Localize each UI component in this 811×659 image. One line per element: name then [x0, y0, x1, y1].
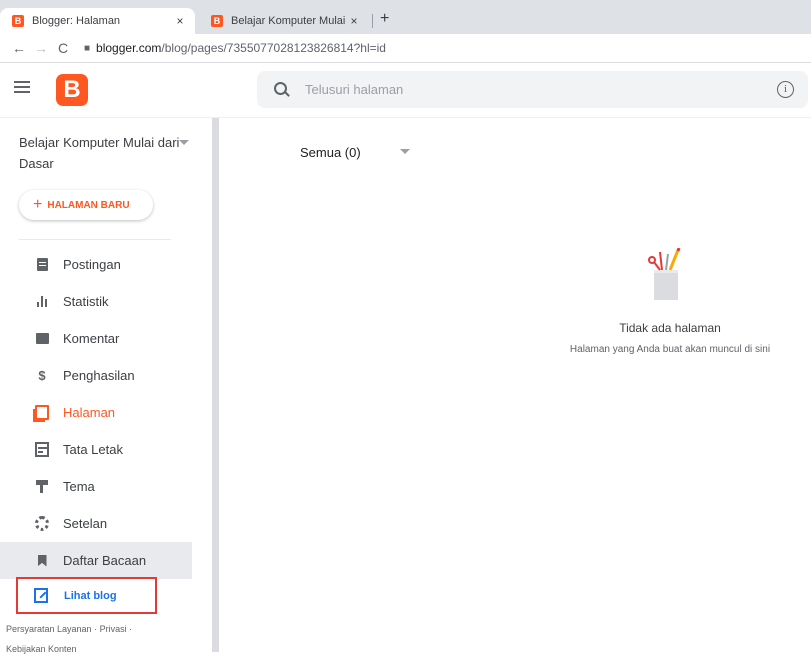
- app-header: B i: [0, 63, 811, 118]
- separator: ·: [129, 624, 133, 634]
- tab-separator: [372, 14, 373, 28]
- sidebar-item-label: Statistik: [63, 294, 109, 309]
- sidebar-item-label: Halaman: [63, 405, 116, 420]
- sidebar-item-komentar[interactable]: Komentar: [0, 320, 192, 357]
- privacy-link[interactable]: Privasi: [100, 624, 127, 634]
- terms-link[interactable]: Persyaratan Layanan: [6, 624, 92, 634]
- filter-dropdown[interactable]: Semua (0): [300, 145, 361, 160]
- sidebar-item-tema[interactable]: Tema: [0, 468, 192, 505]
- empty-state-title: Tidak ada halaman: [619, 321, 721, 335]
- sidebar: Belajar Komputer Mulai dari Dasar + HALA…: [0, 118, 212, 654]
- sidebar-item-halaman[interactable]: Halaman: [0, 394, 192, 431]
- blogger-favicon-icon: B: [211, 15, 223, 27]
- view-blog-link[interactable]: Lihat blog: [16, 577, 157, 614]
- blogger-logo[interactable]: B: [56, 74, 88, 106]
- reload-icon[interactable]: C: [52, 40, 74, 56]
- tab-title: Blogger: Halaman: [32, 15, 121, 27]
- comment-icon: [35, 332, 49, 346]
- document-icon: [35, 258, 49, 272]
- footer-links: Persyaratan Layanan · Privasi · Kebijaka…: [6, 619, 196, 659]
- sidebar-item-daftar-bacaan[interactable]: Daftar Bacaan: [0, 542, 192, 579]
- sidebar-item-setelan[interactable]: Setelan: [0, 505, 192, 542]
- sidebar-item-penghasilan[interactable]: $ Penghasilan: [0, 357, 192, 394]
- bookmark-icon: [35, 554, 49, 568]
- sidebar-item-label: Tema: [63, 479, 95, 494]
- tab-close-icon[interactable]: ×: [347, 14, 361, 28]
- sidebar-item-statistik[interactable]: Statistik: [0, 283, 192, 320]
- content-policy-link[interactable]: Kebijakan Konten: [6, 644, 77, 654]
- address-bar: ← → C ■ blogger.com/blog/pages/735507702…: [0, 34, 811, 63]
- empty-state-subtitle: Halaman yang Anda buat akan muncul di si…: [569, 344, 771, 355]
- sidebar-item-tata-letak[interactable]: Tata Letak: [0, 431, 192, 468]
- info-icon[interactable]: i: [777, 81, 794, 98]
- search-icon[interactable]: [273, 81, 291, 99]
- new-page-button[interactable]: + HALAMAN BARU: [19, 190, 153, 220]
- sidebar-item-label: Penghasilan: [63, 368, 135, 383]
- chevron-down-icon[interactable]: [179, 140, 189, 145]
- paint-roller-icon: [35, 480, 49, 494]
- blog-selector[interactable]: Belajar Komputer Mulai dari Dasar: [19, 132, 189, 174]
- search-input[interactable]: [303, 81, 727, 98]
- hamburger-menu-icon[interactable]: [14, 81, 30, 93]
- view-blog-label: Lihat blog: [64, 589, 117, 602]
- blogger-favicon-icon: B: [12, 15, 24, 27]
- sidebar-item-label: Daftar Bacaan: [63, 553, 147, 568]
- url-path: /blog/pages/7355077028123826814?hl=id: [161, 41, 386, 55]
- tab-blogger-halaman[interactable]: B Blogger: Halaman ×: [0, 8, 195, 34]
- sidebar-item-label: Komentar: [63, 331, 120, 346]
- sidebar-nav: Postingan Statistik Komentar $ Penghasil…: [0, 246, 192, 579]
- chevron-down-icon[interactable]: [400, 149, 410, 154]
- layout-icon: [35, 442, 49, 457]
- url-field[interactable]: ■ blogger.com/blog/pages/735507702812382…: [84, 37, 811, 59]
- divider: [19, 239, 171, 240]
- forward-arrow-icon[interactable]: →: [30, 40, 52, 56]
- url-host: blogger.com: [96, 41, 162, 55]
- gear-icon: [35, 516, 49, 531]
- tab-title: Belajar Komputer Mulai dari Dasa: [231, 15, 347, 27]
- sidebar-item-postingan[interactable]: Postingan: [0, 246, 192, 283]
- dollar-icon: $: [38, 368, 46, 383]
- lock-icon: ■: [84, 42, 91, 54]
- sidebar-item-label: Setelan: [63, 516, 108, 531]
- sidebar-item-label: Postingan: [63, 257, 121, 272]
- search-bar: i: [257, 71, 808, 108]
- new-page-label: HALAMAN BARU: [47, 199, 130, 211]
- pages-icon: [35, 405, 49, 420]
- back-arrow-icon[interactable]: ←: [8, 40, 30, 56]
- plus-icon: +: [33, 196, 43, 213]
- new-tab-button[interactable]: +: [380, 10, 389, 28]
- browser-tab-strip: B Blogger: Halaman × B Belajar Komputer …: [0, 0, 811, 34]
- sidebar-item-label: Tata Letak: [63, 442, 123, 457]
- pencil-cup-icon: [648, 248, 681, 300]
- bar-chart-icon: [35, 295, 49, 309]
- open-in-new-icon: [34, 588, 48, 603]
- tab-belajar-komputer[interactable]: B Belajar Komputer Mulai dari Dasa ×: [199, 8, 369, 34]
- separator: ·: [94, 624, 98, 634]
- sidebar-scrollbar[interactable]: [212, 118, 219, 652]
- tab-close-icon[interactable]: ×: [173, 14, 187, 28]
